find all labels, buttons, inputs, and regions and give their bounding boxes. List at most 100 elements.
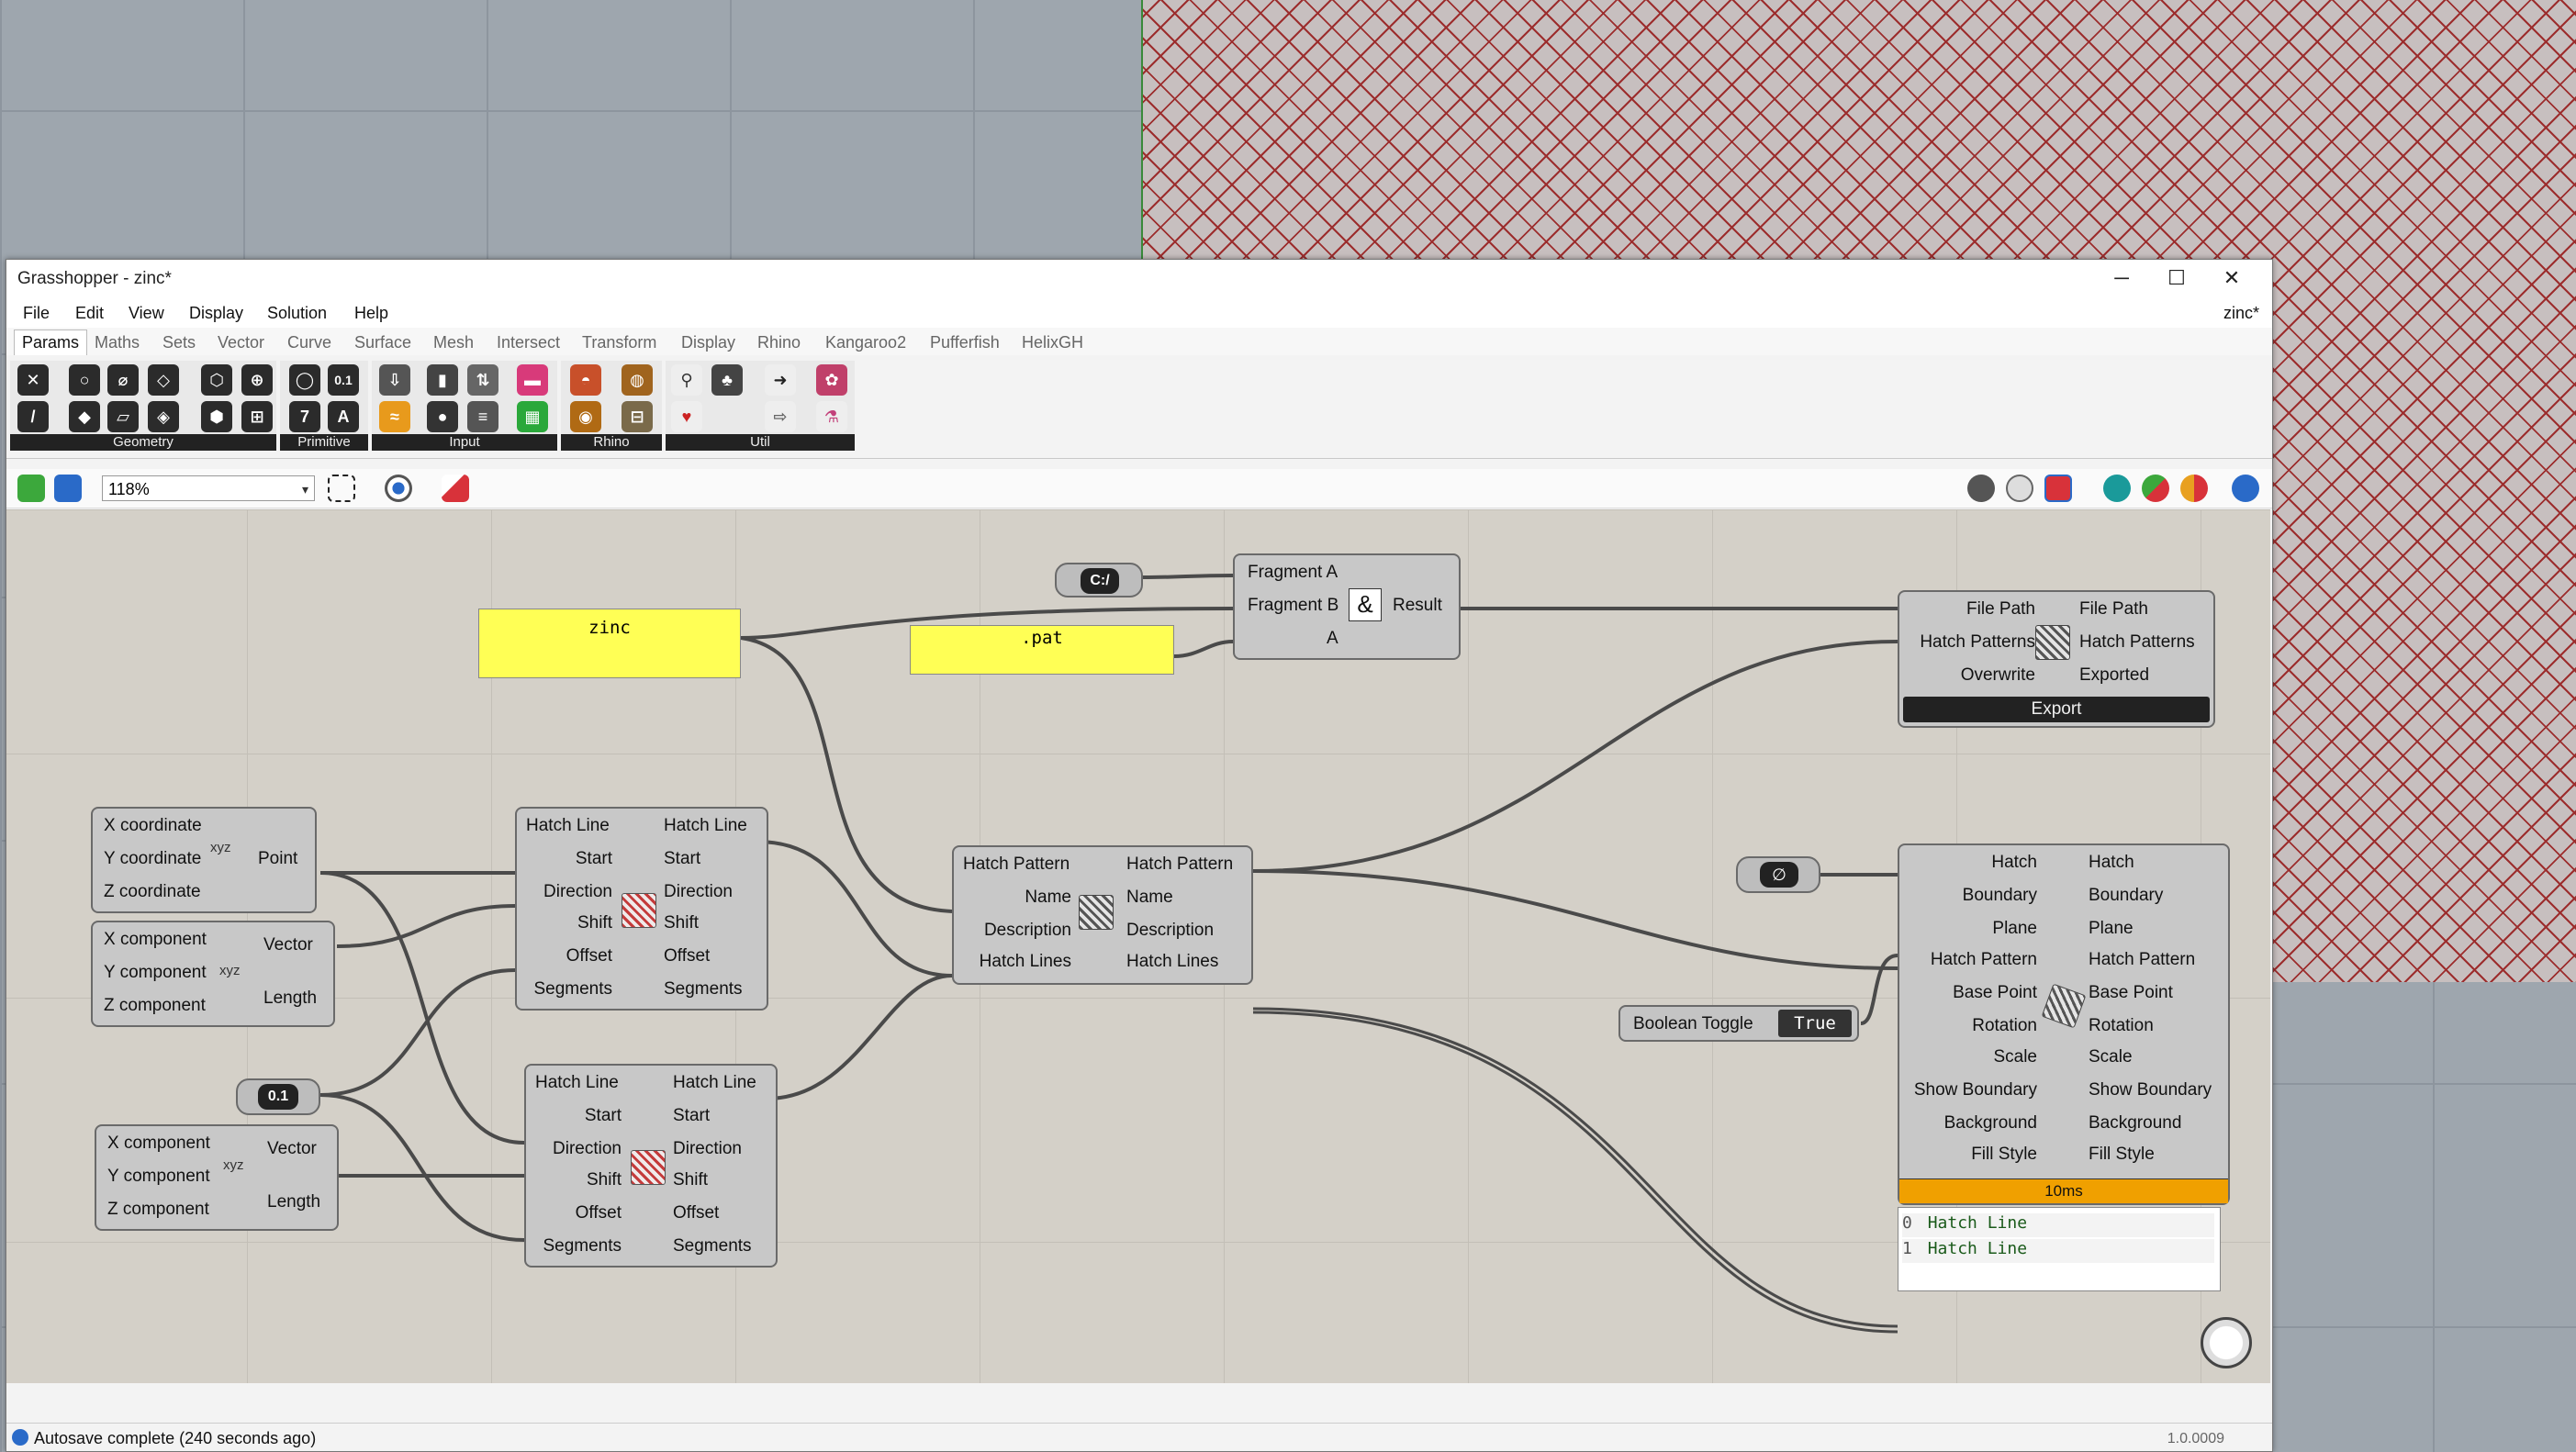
panel-zinc[interactable]: zinc <box>478 609 741 678</box>
tab-pufferfish[interactable]: Pufferfish <box>930 333 1000 352</box>
pattern-output-hatch-pattern[interactable]: Hatch Pattern <box>1126 854 1233 875</box>
menu-view[interactable]: View <box>129 304 164 323</box>
vector2-input-z[interactable]: Z component <box>107 1200 209 1220</box>
vector1-output-vector[interactable]: Vector <box>263 935 313 955</box>
sketch-pen-icon[interactable] <box>442 475 469 502</box>
jump-icon[interactable]: ⚲ <box>671 364 702 396</box>
hatchline1-output-hatch-line[interactable]: Hatch Line <box>664 816 747 836</box>
tab-helixgh[interactable]: HelixGH <box>1022 333 1083 352</box>
zoom-select[interactable]: 118% ▾ <box>102 475 315 501</box>
hatch-input-hatch[interactable]: Hatch <box>1991 853 2037 873</box>
file-path-icon[interactable]: ⇩ <box>379 364 410 396</box>
export-hatch-component[interactable]: File Path Hatch Patterns Overwrite File … <box>1898 590 2215 728</box>
integer-icon[interactable]: 7 <box>289 401 320 432</box>
point-input-y[interactable]: Y coordinate <box>104 849 201 869</box>
hatchline1-output-offset[interactable]: Offset <box>664 946 710 966</box>
hatchline2-output-segments[interactable]: Segments <box>673 1236 752 1257</box>
tab-maths[interactable]: Maths <box>95 333 140 352</box>
hatch-input-fill-style[interactable]: Fill Style <box>1971 1145 2037 1165</box>
hatchline2-input-start[interactable]: Start <box>585 1106 622 1126</box>
arrow-outline-icon[interactable]: ⇨ <box>765 401 796 432</box>
vector2-output-vector[interactable]: Vector <box>267 1139 317 1159</box>
vector1-input-z[interactable]: Z component <box>104 996 206 1016</box>
tab-intersect[interactable]: Intersect <box>497 333 560 352</box>
hatch-input-background[interactable]: Background <box>1944 1113 2037 1134</box>
number-param[interactable]: 0.1 <box>236 1078 320 1115</box>
hatch-input-plane[interactable]: Plane <box>1992 919 2037 939</box>
button-icon[interactable]: ● <box>427 401 458 432</box>
hatchline2-output-hatch-line[interactable]: Hatch Line <box>673 1073 756 1093</box>
data-dam-icon[interactable]: ✿ <box>816 364 847 396</box>
hatchline1-input-start[interactable]: Start <box>576 849 612 869</box>
construct-point-component[interactable]: X coordinate Y coordinate Z coordinate x… <box>91 807 317 913</box>
vector1-input-x[interactable]: X component <box>104 930 207 950</box>
hatchline2-input-hatch-line[interactable]: Hatch Line <box>535 1073 619 1093</box>
curve-icon[interactable]: ⌀ <box>107 364 139 396</box>
list-icon[interactable]: ≡ <box>467 401 498 432</box>
graph-icon[interactable]: ≈ <box>379 401 410 432</box>
cherry-icon[interactable]: ♥ <box>671 401 702 432</box>
preview-wire-icon[interactable] <box>1967 475 1995 502</box>
hatchline1-input-hatch-line[interactable]: Hatch Line <box>526 816 610 836</box>
hatch-output-rotation[interactable]: Rotation <box>2089 1016 2154 1036</box>
data-list-panel[interactable]: 0 Hatch Line 1 Hatch Line <box>1898 1207 2221 1291</box>
number-icon[interactable]: 0.1 <box>328 364 359 396</box>
hatchline2-input-shift[interactable]: Shift <box>587 1170 622 1190</box>
pattern-input-name[interactable]: Name <box>1025 888 1071 908</box>
group-icon[interactable]: ⬢ <box>201 401 232 432</box>
hatchline1-output-start[interactable]: Start <box>664 849 700 869</box>
export-input-hatch-patterns[interactable]: Hatch Patterns <box>1920 632 2035 653</box>
hatch-input-show-boundary[interactable]: Show Boundary <box>1914 1080 2037 1100</box>
close-button[interactable]: ✕ <box>2204 263 2259 293</box>
hatch-output-hatch[interactable]: Hatch <box>2089 853 2134 873</box>
hatch-line-component-1[interactable]: Hatch Line Start Direction Shift Offset … <box>515 807 768 1011</box>
hatchline1-output-direction[interactable]: Direction <box>664 882 733 902</box>
save-file-icon[interactable] <box>54 475 82 502</box>
pattern-output-description[interactable]: Description <box>1126 921 1214 941</box>
menu-solution[interactable]: Solution <box>267 304 327 323</box>
hatch-input-base-point[interactable]: Base Point <box>1953 983 2037 1003</box>
flask-icon[interactable]: ⚗ <box>816 401 847 432</box>
concat-output-result[interactable]: Result <box>1393 596 1442 616</box>
menu-help[interactable]: Help <box>354 304 388 323</box>
tab-vector[interactable]: Vector <box>218 333 264 352</box>
field-icon[interactable]: ◈ <box>148 401 179 432</box>
block-icon[interactable]: ⊟ <box>622 401 653 432</box>
vector2-output-length[interactable]: Length <box>267 1192 320 1212</box>
tab-rhino[interactable]: Rhino <box>757 333 801 352</box>
export-input-overwrite[interactable]: Overwrite <box>1961 665 2035 686</box>
selected-only-icon[interactable] <box>2103 475 2131 502</box>
vector-xyz-component-2[interactable]: X component Y component Z component xyz … <box>95 1124 339 1231</box>
pattern-input-hatch-pattern[interactable]: Hatch Pattern <box>963 854 1070 875</box>
hatch-input-hatch-pattern[interactable]: Hatch Pattern <box>1931 950 2037 970</box>
pattern-output-hatch-lines[interactable]: Hatch Lines <box>1126 952 1218 972</box>
hatch-output-plane[interactable]: Plane <box>2089 919 2134 939</box>
preview-eye-icon[interactable] <box>385 475 412 502</box>
concat-input-a[interactable]: Fragment A <box>1248 563 1338 583</box>
canvas-navigation-widget[interactable] <box>2201 1317 2252 1368</box>
hatch-input-rotation[interactable]: Rotation <box>1972 1016 2037 1036</box>
hatch-input-boundary[interactable]: Boundary <box>1963 886 2037 906</box>
box-icon[interactable]: ⬡ <box>201 364 232 396</box>
point-output[interactable]: Point <box>258 849 297 869</box>
slider-icon[interactable]: ⇅ <box>467 364 498 396</box>
hatch-line-component-2[interactable]: Hatch Line Start Direction Shift Offset … <box>524 1064 778 1268</box>
tab-sets[interactable]: Sets <box>162 333 196 352</box>
hatchline2-input-direction[interactable]: Direction <box>553 1139 622 1159</box>
tab-surface[interactable]: Surface <box>354 333 411 352</box>
hatchline2-input-segments[interactable]: Segments <box>543 1236 622 1257</box>
hatch-input-scale[interactable]: Scale <box>1993 1047 2037 1067</box>
curve-param[interactable]: ∅ <box>1736 856 1820 893</box>
brep-icon[interactable]: ◆ <box>69 401 100 432</box>
hatchline1-input-direction[interactable]: Direction <box>543 882 612 902</box>
export-output-hatch-patterns[interactable]: Hatch Patterns <box>2079 632 2195 653</box>
vector-xyz-component[interactable]: X component Y component Z component xyz … <box>91 921 335 1027</box>
hatch-component[interactable]: Hatch Boundary Plane Hatch Pattern Base … <box>1898 843 2230 1205</box>
surface-icon[interactable]: ◇ <box>148 364 179 396</box>
hatchline2-output-direction[interactable]: Direction <box>673 1139 742 1159</box>
hatch-output-boundary[interactable]: Boundary <box>2089 886 2163 906</box>
path-separator-param[interactable]: C:/ <box>1055 563 1143 598</box>
preview-shaded-icon[interactable] <box>2044 475 2072 502</box>
boolean-toggle[interactable]: Boolean Toggle True <box>1618 1005 1859 1042</box>
menu-edit[interactable]: Edit <box>75 304 104 323</box>
